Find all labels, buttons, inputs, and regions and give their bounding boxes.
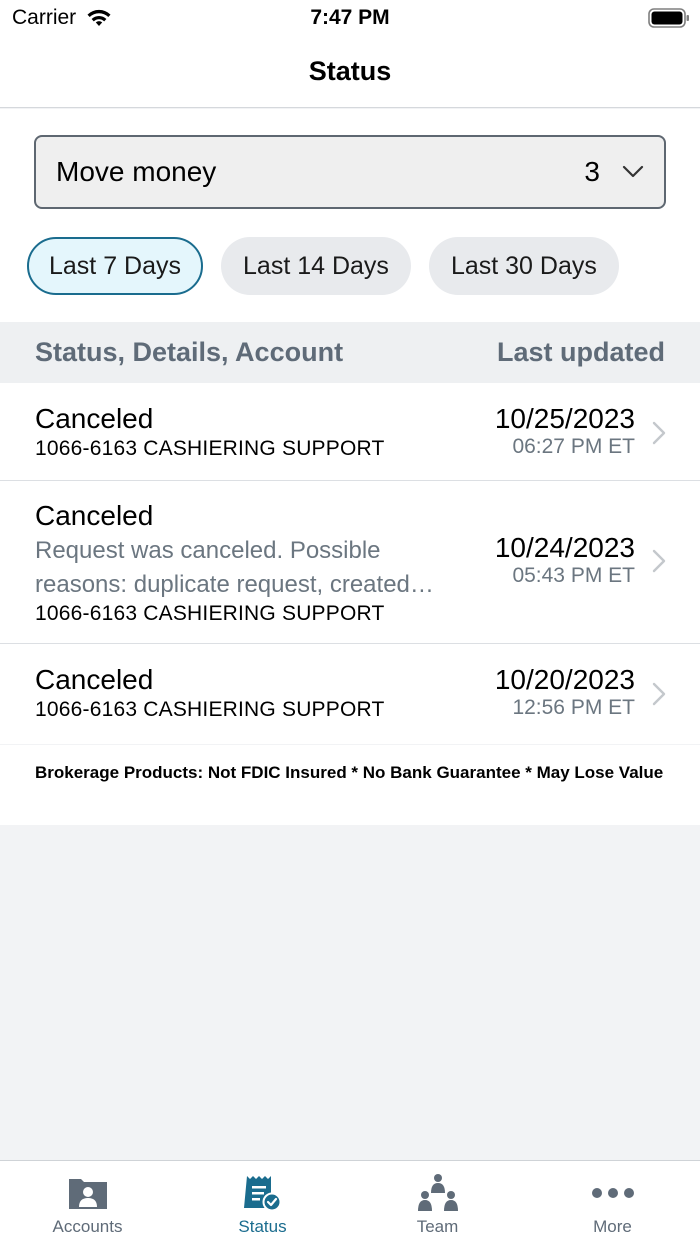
column-header-last-updated: Last updated [496,337,665,367]
chevron-right-icon [652,682,666,706]
table-header: Status, Details, Account Last updated [0,322,700,383]
row-status: Canceled [35,500,154,531]
row-details: Request was canceled. Possible reasons: … [35,537,434,598]
select-label: Move money [56,156,217,187]
tab-bar: Accounts Status Team More [0,1160,700,1244]
tab-label: Accounts [52,1217,123,1236]
row-time: 05:43 PM ET [512,564,635,587]
row-date: 10/25/2023 [494,403,635,434]
tab-label: Status [238,1217,287,1236]
filter-area: Move money 3 Last 7 Days Last 14 Days La… [0,109,700,322]
status-bar: Carrier 7:47 PM [0,0,700,36]
clock: 7:47 PM [310,6,390,29]
chevron-right-icon [652,421,666,445]
tab-status[interactable]: Status [175,1161,350,1244]
tab-accounts[interactable]: Accounts [0,1161,175,1244]
date-range-chips: Last 7 Days Last 14 Days Last 30 Days [27,237,619,295]
transaction-type-select[interactable]: Move money 3 [34,135,666,209]
column-header-status: Status, Details, Account [35,337,344,367]
row-date: 10/24/2023 [494,532,635,563]
row-status: Canceled [35,664,154,695]
row-time: 06:27 PM ET [512,435,635,458]
table-row[interactable]: Canceled 1066-6163 CASHIERING SUPPORT 10… [0,383,700,481]
status-receipt-icon [243,1176,281,1212]
table-row[interactable]: Canceled Request was canceled. Possible … [0,481,700,644]
row-account: 1066-6163 CASHIERING SUPPORT [35,437,385,460]
page-title: Status [308,56,392,86]
disclaimer: Brokerage Products: Not FDIC Insured * N… [0,745,700,825]
row-date: 10/20/2023 [494,664,635,695]
chevron-right-icon [652,549,666,573]
row-account: 1066-6163 CASHIERING SUPPORT [35,602,385,625]
row-account: 1066-6163 CASHIERING SUPPORT [35,698,385,721]
team-icon [417,1174,458,1211]
battery-icon [648,8,689,28]
more-dots-icon [591,1188,634,1198]
chip-last-30-days[interactable]: Last 30 Days [428,237,619,295]
row-status: Canceled [35,403,154,434]
tab-label: More [593,1217,632,1236]
chip-last-7-days[interactable]: Last 7 Days [27,237,204,295]
select-count: 3 [584,156,600,187]
accounts-folder-icon [68,1179,107,1209]
table-row[interactable]: Canceled 1066-6163 CASHIERING SUPPORT 10… [0,644,700,744]
navigation-bar: Status [0,36,700,108]
status-list: Canceled 1066-6163 CASHIERING SUPPORT 10… [0,383,700,744]
chip-last-14-days[interactable]: Last 14 Days [221,237,411,295]
row-time: 12:56 PM ET [512,696,635,719]
tab-label: Team [416,1217,459,1236]
tab-team[interactable]: Team [350,1161,525,1244]
tab-more[interactable]: More [525,1161,700,1244]
chevron-down-icon [622,165,644,178]
